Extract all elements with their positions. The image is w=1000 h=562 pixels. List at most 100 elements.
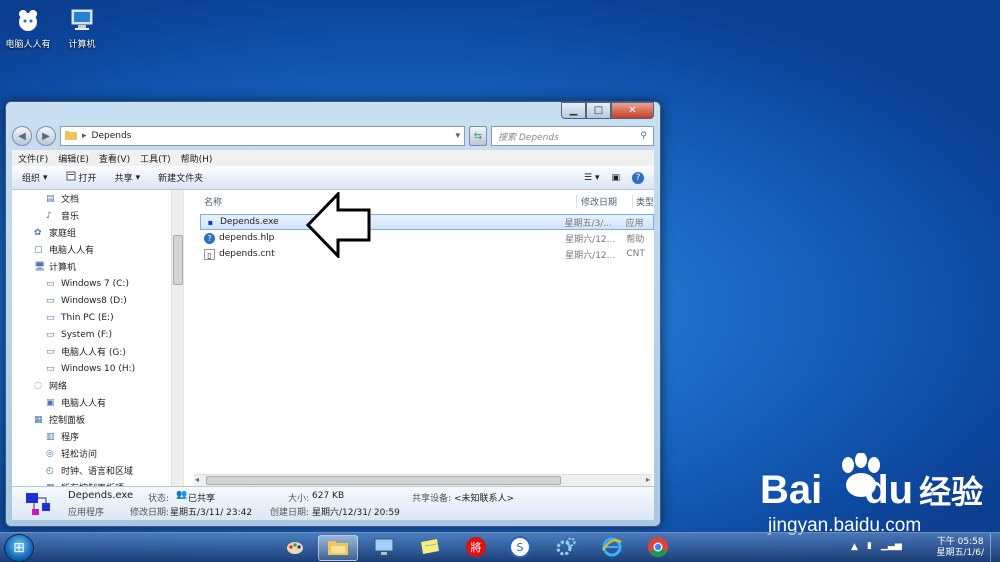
column-headers: 名称 修改日期 类型 bbox=[184, 192, 654, 210]
details-created-label: 创建日期: bbox=[270, 508, 310, 518]
taskbar-app-sogou[interactable]: S bbox=[500, 535, 540, 561]
nav-item[interactable]: ▭ 电脑人人有 (G:) bbox=[12, 343, 183, 360]
help-button[interactable]: ? bbox=[632, 171, 644, 184]
open-icon bbox=[66, 171, 76, 184]
nav-item-label: 电脑人人有 (G:) bbox=[61, 348, 126, 358]
file-type: 帮助 bbox=[626, 234, 645, 245]
column-type[interactable]: 类型 bbox=[632, 194, 654, 208]
nav-item[interactable]: ✿ 家庭组 bbox=[12, 224, 183, 241]
new-folder-label: 新建文件夹 bbox=[158, 174, 204, 184]
details-modified-label: 修改日期: bbox=[130, 508, 170, 518]
nav-scrollbar-thumb[interactable] bbox=[173, 235, 183, 285]
column-name[interactable]: 名称 bbox=[204, 195, 222, 208]
taskbar-app-remote-desktop[interactable] bbox=[364, 535, 404, 561]
show-desktop-button[interactable] bbox=[990, 533, 1000, 562]
nav-item[interactable]: ▦ 控制面板 bbox=[12, 411, 183, 428]
nav-item[interactable]: ♪ 音乐 bbox=[12, 207, 183, 224]
user-folder-icon: ▢ bbox=[34, 244, 43, 255]
preview-pane-button[interactable]: ▣ bbox=[611, 173, 620, 183]
taskbar: ⊞ 將 S ▲ ▮ ▁▃▅ 下午 05:58 星期五/1/6/ bbox=[0, 532, 1000, 562]
refresh-button[interactable]: ⇆ bbox=[469, 126, 487, 146]
details-file-type: 应用程序 bbox=[68, 508, 105, 518]
details-file-name: Depends.exe bbox=[68, 490, 134, 501]
menu-file[interactable]: 文件(F) bbox=[18, 152, 48, 165]
nav-item-label: 文档 bbox=[61, 195, 80, 205]
nav-item-label: 轻松访问 bbox=[61, 450, 98, 460]
menu-tools[interactable]: 工具(T) bbox=[140, 152, 171, 165]
chevron-down-icon: ▾ bbox=[594, 172, 600, 183]
show-hidden-icons-icon[interactable]: ▲ bbox=[851, 542, 858, 552]
nav-item[interactable]: ▭ System (F:) bbox=[12, 326, 183, 343]
taskbar-app-explorer[interactable] bbox=[318, 535, 358, 561]
scroll-left-icon[interactable]: ◂ bbox=[195, 475, 199, 484]
nav-item[interactable]: 🖥 计算机 bbox=[12, 258, 183, 275]
taskbar-app-sticky-notes[interactable] bbox=[410, 535, 450, 561]
nav-item-label: 程序 bbox=[61, 433, 80, 443]
nav-item[interactable]: ▭ Thin PC (E:) bbox=[12, 309, 183, 326]
clock[interactable]: 下午 05:58 星期五/1/6/ bbox=[936, 537, 984, 559]
nav-item[interactable]: ▭ Windows 10 (H:) bbox=[12, 360, 183, 377]
organize-button[interactable]: 组织 ▾ bbox=[22, 171, 48, 185]
taskbar-app-paint[interactable] bbox=[275, 535, 315, 561]
details-status-value: 已共享 bbox=[188, 494, 216, 504]
breadcrumb-depends[interactable]: Depends bbox=[92, 131, 132, 141]
file-row[interactable]: ▯ depends.cnt 星期六/12... CNT bbox=[200, 246, 654, 262]
menu-view[interactable]: 查看(V) bbox=[99, 152, 130, 165]
nav-item-label: Windows 7 (C:) bbox=[61, 278, 129, 289]
address-bar[interactable]: ▸ Depends ▾ bbox=[60, 126, 465, 146]
file-icon: ▯ bbox=[204, 248, 215, 260]
file-name: depends.hlp bbox=[219, 233, 275, 243]
nav-item[interactable]: ◴ 时钟、语言和区域 bbox=[12, 462, 183, 479]
navigation-pane[interactable]: ▤ 文档 ♪ 音乐 ✿ 家庭组 ▢ 电脑人人有 🖥 计算机 ▭ Windows 7 (C:) ▭ Wind… bbox=[12, 190, 184, 486]
nav-item[interactable]: ▤ 文档 bbox=[12, 190, 183, 207]
taskbar-app-chinese-chess[interactable]: 將 bbox=[456, 535, 496, 561]
file-row[interactable]: ? depends.hlp 星期六/12... 帮助 bbox=[200, 230, 654, 246]
menu-edit[interactable]: 编辑(E) bbox=[58, 152, 89, 165]
file-name: Depends.exe bbox=[220, 217, 279, 227]
desktop-icon-computer[interactable]: 计算机 bbox=[54, 6, 110, 50]
battery-icon[interactable]: ▮ bbox=[867, 541, 872, 551]
sogou-icon: S bbox=[509, 535, 531, 561]
maximize-button[interactable]: □ bbox=[586, 102, 611, 119]
minimize-button[interactable]: ▁ bbox=[561, 102, 586, 119]
drive-icon: ▭ bbox=[46, 312, 55, 323]
view-options-button[interactable]: ☰ ▾ bbox=[584, 173, 599, 183]
new-folder-button[interactable]: 新建文件夹 bbox=[158, 171, 203, 184]
start-button[interactable]: ⊞ bbox=[4, 534, 34, 562]
refresh-icon: ⇆ bbox=[473, 130, 483, 142]
help-file-icon: ? bbox=[204, 232, 215, 244]
file-row[interactable]: ▪ Depends.exe 星期五/3/... 应用 bbox=[200, 214, 654, 230]
explorer-window[interactable]: ▁ □ ✕ ◀ ▶ ▸ Depends ▾ ⇆ 搜索 Depends ⚲ 文件(… bbox=[5, 101, 661, 527]
file-list-scrollbar-thumb[interactable] bbox=[206, 476, 561, 485]
open-button[interactable]: 打开 bbox=[66, 171, 97, 184]
forward-button[interactable]: ▶ bbox=[36, 126, 56, 146]
file-list[interactable]: 名称 修改日期 类型 ▪ Depends.exe 星期五/3/... 应用? depen… bbox=[184, 190, 654, 486]
close-button[interactable]: ✕ bbox=[611, 102, 654, 119]
desktop-icon-label: 计算机 bbox=[68, 40, 96, 50]
nav-item[interactable]: ▥ 程序 bbox=[12, 428, 183, 445]
search-input[interactable]: 搜索 Depends ⚲ bbox=[491, 126, 654, 146]
desktop-icon-user[interactable]: 电脑人人有 bbox=[0, 6, 56, 50]
taskbar-app-gear[interactable] bbox=[546, 535, 586, 561]
command-bar: 组织 ▾ 打开 共享 ▾ 新建文件夹 ☰ ▾ ▣ ? bbox=[12, 166, 654, 190]
column-modified[interactable]: 修改日期 bbox=[576, 194, 617, 208]
taskbar-app-ie[interactable] bbox=[592, 535, 632, 561]
nav-scrollbar[interactable] bbox=[171, 190, 183, 486]
signal-icon[interactable]: ▁▃▅ bbox=[881, 541, 902, 551]
nav-item[interactable]: ▢ 电脑人人有 bbox=[12, 241, 183, 258]
nav-item[interactable]: ▭ Windows8 (D:) bbox=[12, 292, 183, 309]
nav-item[interactable]: ▦所有控制面板项 bbox=[12, 479, 183, 487]
scroll-right-icon[interactable]: ▸ bbox=[646, 475, 650, 484]
back-button[interactable]: ◀ bbox=[12, 126, 32, 146]
details-share-value: <未知联系人> bbox=[454, 494, 515, 504]
nav-item[interactable]: ▭ Windows 7 (C:) bbox=[12, 275, 183, 292]
menu-help[interactable]: 帮助(H) bbox=[181, 152, 213, 165]
file-list-scrollbar[interactable]: ◂ ▸ bbox=[194, 474, 652, 486]
share-button[interactable]: 共享 ▾ bbox=[115, 171, 141, 185]
nav-item[interactable]: ◎ 轻松访问 bbox=[12, 445, 183, 462]
system-drive-icon: ▭ bbox=[46, 278, 55, 289]
nav-item[interactable]: ◌ 网络 bbox=[12, 377, 183, 394]
nav-item[interactable]: ▣ 电脑人人有 bbox=[12, 394, 183, 411]
address-dropdown-icon[interactable]: ▾ bbox=[455, 131, 460, 141]
taskbar-app-chrome[interactable] bbox=[638, 535, 678, 561]
